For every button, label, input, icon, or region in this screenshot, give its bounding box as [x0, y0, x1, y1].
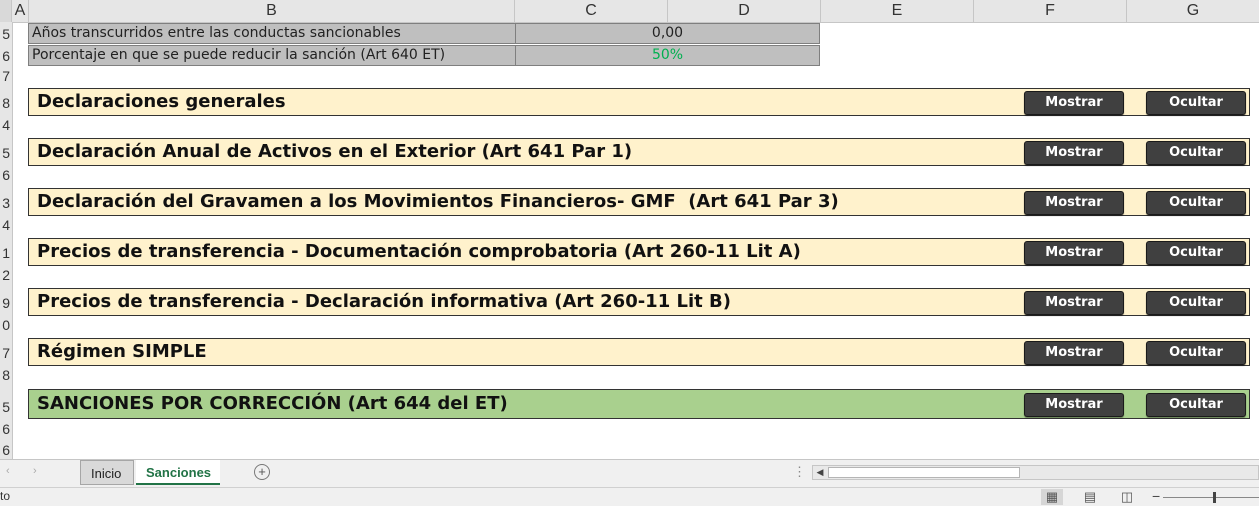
show-button[interactable]: Mostrar	[1024, 191, 1124, 215]
show-button[interactable]: Mostrar	[1024, 341, 1124, 365]
section-title: Declaración del Gravamen a los Movimient…	[37, 191, 839, 212]
row-header[interactable]: 6	[2, 49, 10, 63]
normal-view-icon[interactable]: ▦	[1041, 489, 1063, 505]
column-header-a[interactable]: A	[12, 0, 29, 22]
info-value: 0,00	[651, 25, 684, 41]
scroll-tabs-right-icon[interactable]: ›	[33, 465, 37, 477]
section-sanciones-correccion: SANCIONES POR CORRECCIÓN (Art 644 del ET…	[28, 389, 1250, 419]
row-header[interactable]: 7	[2, 69, 10, 83]
row-header[interactable]: 5	[2, 400, 10, 414]
section-title: Precios de transferencia - Declaración i…	[37, 291, 731, 312]
hide-button[interactable]: Ocultar	[1146, 341, 1246, 365]
zoom-slider[interactable]	[1163, 497, 1259, 498]
section-title: SANCIONES POR CORRECCIÓN (Art 644 del ET…	[37, 393, 508, 414]
horizontal-scrollbar[interactable]: ◀	[812, 465, 1259, 480]
section-title: Declaración Anual de Activos en el Exter…	[37, 141, 633, 162]
section-activos-exterior: Declaración Anual de Activos en el Exter…	[28, 138, 1250, 166]
section-title: Precios de transferencia - Documentación…	[37, 241, 801, 262]
tab-inicio[interactable]: Inicio	[80, 460, 134, 485]
column-header-b[interactable]: B	[29, 0, 515, 22]
row-header[interactable]: 5	[2, 146, 10, 160]
row-header[interactable]: 2	[2, 268, 10, 282]
info-value: 50%	[651, 47, 684, 63]
more-options-icon[interactable]: ⋮	[793, 464, 806, 480]
column-header-e[interactable]: E	[821, 0, 974, 22]
column-header-g[interactable]: G	[1127, 0, 1259, 22]
info-label: Años transcurridos entre las conductas s…	[32, 25, 401, 41]
row-header[interactable]: 5	[2, 27, 10, 41]
section-regimen-simple: Régimen SIMPLE Mostrar Ocultar	[28, 338, 1250, 366]
row-header[interactable]: 6	[2, 168, 10, 182]
tab-sanciones[interactable]: Sanciones	[136, 460, 220, 485]
row-header[interactable]: 8	[2, 96, 10, 110]
column-header-c[interactable]: C	[515, 0, 668, 22]
row-header[interactable]: 4	[2, 218, 10, 232]
hide-button[interactable]: Ocultar	[1146, 291, 1246, 315]
select-all-corner[interactable]	[0, 0, 12, 22]
zoom-out-icon[interactable]: −	[1152, 488, 1160, 504]
show-button[interactable]: Mostrar	[1024, 91, 1124, 115]
page-break-icon[interactable]: ◫	[1116, 489, 1138, 505]
hide-button[interactable]: Ocultar	[1146, 91, 1246, 115]
row-header[interactable]: 0	[2, 318, 10, 332]
show-button[interactable]: Mostrar	[1024, 291, 1124, 315]
sheet-tab-bar: ‹ › Inicio Sanciones + ⋮ ◀	[0, 459, 1259, 487]
section-title: Régimen SIMPLE	[37, 341, 207, 362]
page-layout-icon[interactable]: ▤	[1079, 489, 1101, 505]
show-button[interactable]: Mostrar	[1024, 393, 1124, 417]
section-precios-declaracion: Precios de transferencia - Declaración i…	[28, 288, 1250, 316]
row-header-strip: 5 6 7 8 4 5 6 3 4 1 2 9 0 7 8 5 6 6	[0, 22, 13, 459]
show-button[interactable]: Mostrar	[1024, 241, 1124, 265]
row-header[interactable]: 1	[2, 246, 10, 260]
scrollbar-thumb[interactable]	[828, 467, 1020, 478]
column-header-bar: A B C D E F G	[0, 0, 1259, 23]
row-header[interactable]: 8	[2, 368, 10, 382]
hide-button[interactable]: Ocultar	[1146, 241, 1246, 265]
status-text: to	[0, 489, 11, 503]
hide-button[interactable]: Ocultar	[1146, 191, 1246, 215]
row-header[interactable]: 6	[2, 443, 10, 457]
column-header-f[interactable]: F	[974, 0, 1127, 22]
info-label: Porcentaje en que se puede reducir la sa…	[32, 47, 446, 63]
status-bar: to ▦ ▤ ◫ −	[0, 487, 1259, 506]
info-row-percentage[interactable]: Porcentaje en que se puede reducir la sa…	[28, 45, 820, 66]
hide-button[interactable]: Ocultar	[1146, 141, 1246, 165]
row-header[interactable]: 6	[2, 422, 10, 436]
zoom-slider-thumb[interactable]	[1213, 492, 1216, 503]
section-precios-documentacion: Precios de transferencia - Documentación…	[28, 238, 1250, 266]
row-header[interactable]: 7	[2, 346, 10, 360]
row-header[interactable]: 9	[2, 296, 10, 310]
info-row-years[interactable]: Años transcurridos entre las conductas s…	[28, 23, 820, 44]
scroll-tabs-left-icon[interactable]: ‹	[6, 465, 10, 477]
row-header[interactable]: 3	[2, 196, 10, 210]
section-gmf: Declaración del Gravamen a los Movimient…	[28, 188, 1250, 216]
chevron-left-icon[interactable]: ◀	[813, 466, 827, 479]
column-header-d[interactable]: D	[668, 0, 821, 22]
hide-button[interactable]: Ocultar	[1146, 393, 1246, 417]
section-title: Declaraciones generales	[37, 91, 286, 112]
section-declaraciones-generales: Declaraciones generales Mostrar Ocultar	[28, 88, 1250, 116]
plus-circle-icon[interactable]: +	[254, 464, 270, 480]
show-button[interactable]: Mostrar	[1024, 141, 1124, 165]
row-header[interactable]: 4	[2, 118, 10, 132]
